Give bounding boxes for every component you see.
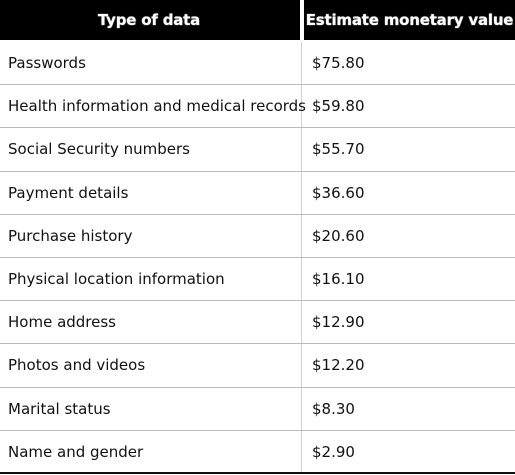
cell-value: $2.90 (312, 442, 355, 461)
table-row: Health information and medical records $… (0, 85, 515, 129)
cell-value: $55.70 (312, 140, 365, 159)
cell-value: $36.60 (312, 183, 365, 202)
data-value-table: Type of data Estimate monetary value Pas… (0, 0, 515, 475)
table-row: Physical location information $16.10 (0, 258, 515, 302)
cell-type: Passwords (8, 54, 86, 72)
table-row: Photos and videos $12.20 (0, 344, 515, 388)
cell-value: $59.80 (312, 97, 365, 116)
cell-type: Health information and medical records (8, 97, 306, 116)
cell-value: $12.90 (312, 313, 365, 332)
cell-value: $12.20 (312, 356, 365, 375)
table-row: Payment details $36.60 (0, 172, 515, 215)
cell-type: Home address (8, 313, 116, 332)
table-row: Home address $12.90 (0, 301, 515, 345)
cell-type: Purchase history (8, 226, 133, 245)
cell-type: Name and gender (8, 442, 144, 461)
cell-type: Payment details (8, 183, 129, 202)
table-row: Name and gender $2.90 (0, 431, 515, 474)
table-row: Purchase history $20.60 (0, 215, 515, 258)
header-value-label: Estimate monetary value (305, 11, 514, 29)
cell-value: $16.10 (312, 269, 365, 288)
table-row: Marital status $8.30 (0, 388, 515, 431)
cell-value: $20.60 (312, 226, 365, 245)
table-row: Social Security numbers $55.70 (0, 128, 515, 172)
cell-type: Physical location information (8, 269, 225, 288)
table-body: Passwords $75.80 Health information and … (0, 42, 515, 474)
cell-type: Marital status (8, 399, 111, 418)
cell-value: $75.80 (312, 54, 365, 72)
header-type-label: Type of data (97, 11, 201, 29)
cell-type: Social Security numbers (8, 140, 190, 159)
cell-value: $8.30 (312, 399, 355, 418)
table-row: Passwords $75.80 (0, 42, 515, 86)
header-type-of-data: Type of data (0, 0, 300, 40)
header-monetary-value: Estimate monetary value (304, 0, 515, 40)
cell-type: Photos and videos (8, 356, 146, 375)
table-header: Type of data Estimate monetary value (0, 0, 515, 40)
